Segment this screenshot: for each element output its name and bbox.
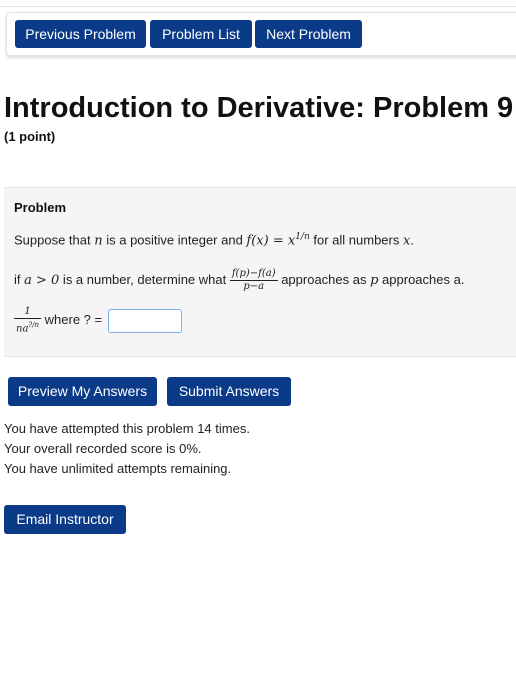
previous-problem-button[interactable]: Previous Problem xyxy=(15,20,146,48)
difference-quotient: f(p)−f(a) p−a xyxy=(229,268,278,293)
statement-text: approaches a. xyxy=(378,271,465,287)
email-instructor-button[interactable]: Email Instructor xyxy=(4,505,126,534)
problem-navigation-bar: Previous Problem Problem List Next Probl… xyxy=(6,12,516,56)
math-n: n xyxy=(94,233,103,249)
problem-panel: Problem Suppose that n is a positive int… xyxy=(4,187,516,357)
math-exponent: 1/n xyxy=(295,232,310,242)
where-text: where ? = xyxy=(41,312,106,328)
top-divider xyxy=(0,6,516,7)
problem-statement-line-1: Suppose that n is a positive integer and… xyxy=(14,232,414,248)
point-value: (1 point) xyxy=(4,129,56,144)
problem-heading: Problem xyxy=(14,200,67,215)
problem-statement-line-2: if a > 0 is a number, determine what f(p… xyxy=(14,268,464,293)
statement-text: for all numbers xyxy=(309,232,403,248)
math-condition: a > 0 xyxy=(24,272,60,288)
statement-text: is a number, determine what xyxy=(59,271,230,287)
statement-text: if xyxy=(14,271,25,287)
denominator-base: na xyxy=(16,323,29,335)
answer-line: 1 na?/n where ? = xyxy=(14,306,182,335)
denominator-exponent: ?/n xyxy=(28,321,40,329)
statement-text: is a positive integer and xyxy=(102,232,247,248)
answer-fraction: 1 na?/n xyxy=(14,306,42,335)
next-problem-button[interactable]: Next Problem xyxy=(255,20,362,48)
score-status: Your overall recorded score is 0%. xyxy=(4,441,202,456)
statement-text: Suppose that xyxy=(14,232,95,248)
remaining-attempts-status: You have unlimited attempts remaining. xyxy=(4,461,232,476)
statement-text: . xyxy=(410,232,414,248)
submit-answers-button[interactable]: Submit Answers xyxy=(167,377,291,406)
math-function-definition: f(x) = x xyxy=(246,233,296,249)
fraction-numerator: f(p)−f(a) xyxy=(229,268,278,281)
fraction-denominator: na?/n xyxy=(14,319,41,335)
fraction-denominator: p−a xyxy=(243,281,265,292)
page-title: Introduction to Derivative: Problem 9 xyxy=(4,92,514,124)
problem-list-button[interactable]: Problem List xyxy=(150,20,252,48)
attempts-status: You have attempted this problem 14 times… xyxy=(4,421,250,436)
statement-text: approaches as xyxy=(277,271,371,287)
answer-input[interactable] xyxy=(107,308,182,333)
preview-answers-button[interactable]: Preview My Answers xyxy=(8,377,157,406)
fraction-numerator: 1 xyxy=(14,306,42,319)
